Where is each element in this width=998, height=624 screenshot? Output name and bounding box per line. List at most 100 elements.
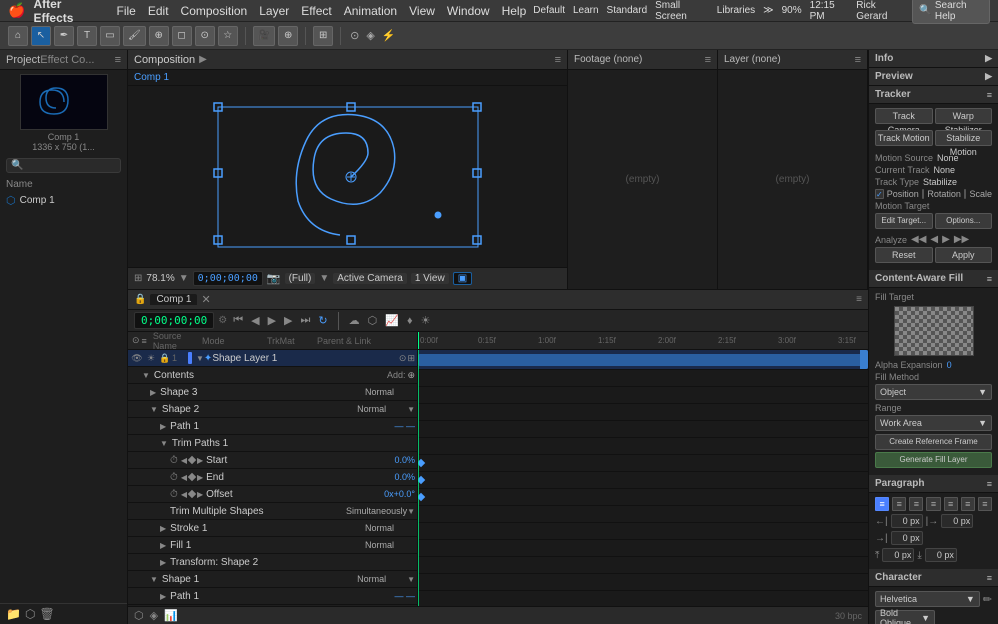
fill1-expand[interactable]: ▶ [160,541,166,550]
preview-header[interactable]: Preview ▶ [869,68,998,86]
snap-tool[interactable]: ⊞ [313,26,333,46]
workspace-learn[interactable]: Learn [573,5,599,16]
viewer-zoom-dropdown[interactable]: ▼ [179,273,189,284]
align-left-btn[interactable]: ≡ [875,497,889,511]
transform-shape2-row[interactable]: ▶ Transform: Shape 2 [128,554,417,571]
align-justify-last-center-btn[interactable]: ≡ [961,497,975,511]
pencil-icon[interactable]: ✏ [983,593,992,606]
shape2-expand[interactable]: ▼ [150,405,158,414]
layer-1-color[interactable] [188,352,192,364]
track-motion-btn[interactable]: Track Motion [875,130,933,146]
shape-tool[interactable]: ▭ [100,26,120,46]
menu-layer[interactable]: Layer [254,4,294,18]
track-row-shape1[interactable] [418,574,868,591]
stabilize-motion-btn[interactable]: Stabilize Motion [935,130,993,146]
track-row-contents[interactable] [418,370,868,387]
contents-row[interactable]: ▼ Contents Add: ⊕ [128,367,417,384]
analyze-fwd[interactable]: ▶ [942,234,950,245]
fill-method-dropdown[interactable]: Object ▼ [875,384,992,400]
stroke1-row[interactable]: ▶ Stroke 1 Normal [128,520,417,537]
toggle-expand-icon[interactable]: ≡ [142,336,147,346]
new-comp-icon[interactable]: ⬡ [25,607,35,621]
end-kf-back[interactable]: ◀ [181,473,187,482]
orbit-tool[interactable]: ⊕ [278,26,298,46]
path1-expand[interactable]: ▶ [160,422,166,431]
contents-expand[interactable]: ▼ [142,371,150,380]
start-value[interactable]: 0.0% [394,455,415,465]
track-row-start[interactable] [418,455,868,472]
viewer-tab-comp[interactable]: Composition [134,54,195,66]
margin-right-input[interactable] [941,514,973,528]
character-header[interactable]: Character ≡ [869,569,998,587]
align-justify-btn[interactable]: ≡ [926,497,940,511]
timeline-close[interactable]: ✕ [201,293,210,306]
shape1-expand[interactable]: ▼ [150,575,158,584]
workspace-small-screen[interactable]: Small Screen [655,0,709,22]
font-style-dropdown[interactable]: Bold Oblique ▼ [875,610,935,624]
select-tool[interactable]: ↖ [31,26,51,46]
workspace-expand[interactable]: ≫ [763,5,773,16]
track-row-offset[interactable] [418,489,868,506]
camera-tool[interactable]: 🎥 [253,26,275,46]
search-box[interactable]: 🔍 Search Help [912,0,990,24]
trim-expand[interactable]: ▼ [160,439,168,448]
paragraph-header[interactable]: Paragraph ≡ [869,475,998,493]
tl-skip-back[interactable]: ⏮ [231,314,245,327]
info-expand[interactable]: ▶ [985,53,992,64]
start-kf-back[interactable]: ◀ [181,456,187,465]
layer-1-solo[interactable]: ☀ [144,351,158,365]
caf-header[interactable]: Content-Aware Fill ≡ [869,270,998,288]
end-value[interactable]: 0.0% [394,472,415,482]
tl-prev-frame[interactable]: ◀ [249,314,261,327]
layer-1-mode-icons[interactable]: ⊙ [399,353,407,364]
layer-1-name[interactable]: Shape Layer 1 [212,353,399,364]
fast-preview[interactable]: ⚡ [380,29,398,42]
viewer-resolution[interactable]: (Full) [285,273,316,284]
menu-edit[interactable]: Edit [143,4,174,18]
fill1-mode[interactable]: Normal [365,540,415,550]
align-center-btn[interactable]: ≡ [892,497,906,511]
offset-kf-fwd[interactable]: ▶ [197,490,203,499]
workspace-default[interactable]: Default [533,5,565,16]
layer-1-expand[interactable]: ▼ [196,354,204,363]
tl-play[interactable]: ▶ [266,314,278,327]
menu-effect[interactable]: Effect [296,4,336,18]
align-right-btn[interactable]: ≡ [909,497,923,511]
start-kf-fwd[interactable]: ▶ [197,456,203,465]
margin-left-input[interactable] [891,514,923,528]
ts2-expand[interactable]: ▶ [160,558,166,567]
rotation-checkbox[interactable] [922,189,925,199]
stamp-tool[interactable]: ⊕ [149,26,169,46]
indent-input[interactable] [891,531,923,545]
viewer-canvas[interactable] [128,86,567,267]
character-expand[interactable]: ≡ [987,573,992,583]
layer-1-lock[interactable]: 🔒 [158,351,172,365]
menu-animation[interactable]: Animation [339,4,402,18]
shape3-expand[interactable]: ▶ [150,388,156,397]
track-row-fill1[interactable] [418,540,868,557]
workspace-standard[interactable]: Standard [607,5,648,16]
eraser-tool[interactable]: ◻ [172,26,192,46]
analyze-fwd-fwd[interactable]: ▶▶ [954,234,969,245]
stroke1-expand[interactable]: ▶ [160,524,166,533]
menu-window[interactable]: Window [442,4,495,18]
offset-stopwatch[interactable]: ⏱ [170,489,178,500]
track-row-trim-mult[interactable] [418,506,868,523]
text-tool[interactable]: T [77,26,97,46]
add-button[interactable]: ⊕ [407,370,415,381]
warp-stabilizer-btn[interactable]: Warp Stabilizer [935,108,993,124]
shape2-mode[interactable]: Normal [357,404,407,414]
trim-multiple-row[interactable]: Trim Multiple Shapes Simultaneously ▼ [128,503,417,520]
track-row-stroke1[interactable] [418,523,868,540]
shape2-mode-dropdown[interactable]: ▼ [407,405,415,414]
shape2-path1-row[interactable]: ▶ Path 1 — — [128,418,417,435]
apply-btn[interactable]: Apply [935,247,993,263]
tl-add-marker[interactable]: ♦ [405,315,415,327]
track-row-shape2[interactable] [418,404,868,421]
shape2-row[interactable]: ▼ Shape 2 Normal ▼ [128,401,417,418]
trim-start-row[interactable]: ⏱ ◀ ▶ Start 0.0% [128,452,417,469]
tl-loop[interactable]: ↻ [316,314,329,327]
tl-next-frame[interactable]: ▶ [282,314,294,327]
trim-mult-value[interactable]: Simultaneously [346,506,407,516]
start-stopwatch[interactable]: ⏱ [170,455,178,466]
